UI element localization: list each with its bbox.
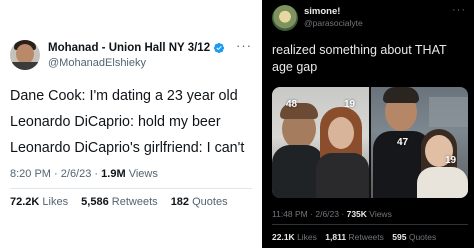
right-tweet-card[interactable]: simone! @parasocialyte ··· realized some… bbox=[262, 0, 474, 248]
quotes-label: Quotes bbox=[192, 196, 228, 208]
tweet-time[interactable]: 11:48 PM bbox=[272, 209, 308, 219]
retweets-stat[interactable]: 1,811 Retweets bbox=[325, 232, 384, 242]
left-tweet-card[interactable]: Mohanad - Union Hall NY 3/12 @MohanadEls… bbox=[0, 0, 262, 248]
tweet-meta: 11:48 PM · 2/6/23 · 735K Views bbox=[272, 209, 392, 219]
media-image-1[interactable]: 48 19 bbox=[272, 87, 369, 198]
avatar-shirt bbox=[10, 62, 40, 70]
person-top bbox=[417, 167, 468, 198]
likes-label: Likes bbox=[42, 196, 69, 208]
author-display-name[interactable]: simone! bbox=[304, 6, 340, 17]
tweet-media[interactable]: 48 19 47 19 bbox=[272, 87, 468, 198]
avatar[interactable] bbox=[10, 40, 40, 70]
divider bbox=[10, 188, 252, 189]
retweets-stat[interactable]: 5,586 Retweets bbox=[81, 196, 157, 208]
tweet-line: Leonardo DiCaprio: hold my beer bbox=[10, 114, 221, 130]
more-options-icon[interactable]: ··· bbox=[236, 38, 252, 53]
avatar-face bbox=[16, 44, 34, 64]
backdrop-sign bbox=[429, 97, 468, 127]
quotes-stat[interactable]: 182 Quotes bbox=[171, 196, 228, 208]
meta-separator: · bbox=[310, 209, 313, 219]
views-label: Views bbox=[369, 209, 392, 219]
media-image-2[interactable]: 47 19 bbox=[371, 87, 468, 198]
author-display-name[interactable]: Mohanad - Union Hall NY 3/12 bbox=[48, 42, 210, 54]
tweet-time[interactable]: 8:20 PM bbox=[10, 168, 51, 180]
author-handle[interactable]: @parasocialyte bbox=[304, 18, 363, 28]
tweet-text: realized something about THAT age gap bbox=[272, 43, 447, 74]
views-count: 1.9M bbox=[101, 168, 126, 180]
likes-count: 22.1K bbox=[272, 232, 295, 242]
quotes-count: 182 bbox=[170, 196, 190, 208]
tweet-meta: 8:20 PM · 2/6/23 · 1.9M Views bbox=[10, 168, 158, 180]
tweet-line: Leonardo DiCaprio's girlfriend: I can't bbox=[10, 140, 245, 156]
retweets-label: Retweets bbox=[348, 232, 384, 242]
retweets-count: 1,811 bbox=[325, 232, 347, 242]
tweet-date[interactable]: 2/6/23 bbox=[315, 209, 339, 219]
verified-badge-icon bbox=[213, 42, 225, 54]
age-badge: 48 bbox=[286, 99, 298, 110]
tweet-date[interactable]: 2/6/23 bbox=[61, 168, 92, 180]
retweets-count: 5,586 bbox=[81, 196, 109, 208]
likes-stat[interactable]: 72.2K Likes bbox=[10, 196, 68, 208]
likes-stat[interactable]: 22.1K Likes bbox=[272, 232, 317, 242]
tweet-line: Dane Cook: I'm dating a 23 year old bbox=[10, 88, 238, 104]
age-badge: 19 bbox=[344, 99, 356, 110]
retweets-label: Retweets bbox=[111, 196, 158, 208]
person-hair bbox=[383, 87, 419, 103]
quotes-label: Quotes bbox=[408, 232, 437, 242]
more-options-icon[interactable]: ··· bbox=[452, 4, 466, 16]
author-name-row[interactable]: Mohanad - Union Hall NY 3/12 bbox=[48, 42, 225, 54]
meta-separator: · bbox=[341, 209, 345, 219]
divider bbox=[272, 224, 468, 225]
quotes-count: 595 bbox=[392, 232, 407, 242]
views-count: 735K bbox=[346, 209, 367, 219]
meta-separator: · bbox=[54, 168, 58, 180]
person-face bbox=[328, 117, 354, 149]
author-handle[interactable]: @MohanadElshieky bbox=[48, 57, 146, 69]
avatar[interactable] bbox=[272, 5, 298, 31]
person-jacket bbox=[316, 153, 369, 198]
quotes-stat[interactable]: 595 Quotes bbox=[392, 232, 436, 242]
engagement-stats: 22.1K Likes 1,811 Retweets 595 Quotes bbox=[272, 232, 436, 242]
likes-count: 72.2K bbox=[10, 196, 40, 208]
age-badge: 19 bbox=[445, 155, 457, 166]
age-badge: 47 bbox=[397, 137, 409, 148]
tweet-text: Dane Cook: I'm dating a 23 year old Leon… bbox=[10, 83, 262, 161]
likes-label: Likes bbox=[297, 232, 317, 242]
engagement-stats: 72.2K Likes 5,586 Retweets 182 Quotes bbox=[10, 196, 228, 208]
views-label: Views bbox=[128, 168, 158, 180]
meta-separator: · bbox=[94, 168, 99, 180]
